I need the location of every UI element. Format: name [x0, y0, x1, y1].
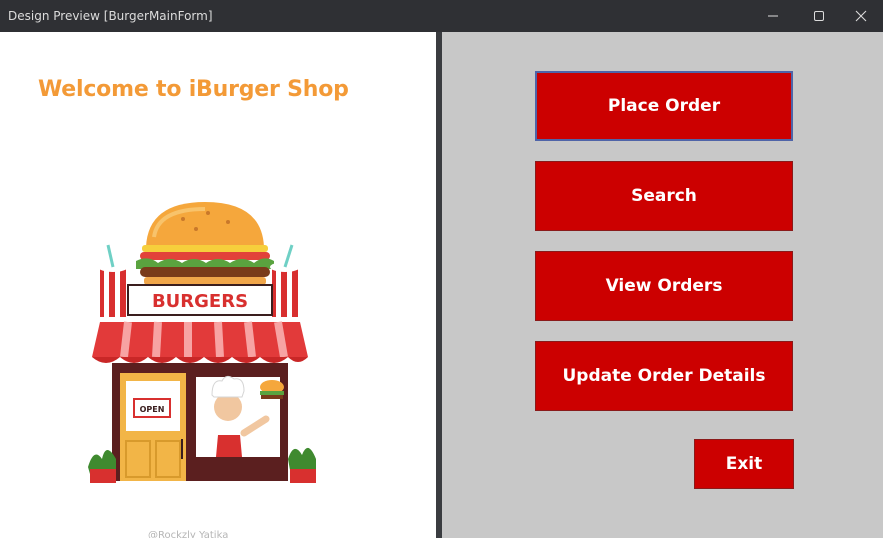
welcome-heading: Welcome to iBurger Shop: [38, 77, 349, 102]
sign-text: BURGERS: [152, 291, 248, 312]
close-icon: [855, 10, 867, 22]
window-title: Design Preview [BurgerMainForm]: [8, 9, 213, 23]
title-bar[interactable]: Design Preview [BurgerMainForm]: [0, 0, 883, 32]
watermark-text: @Rockzly Yatika: [148, 530, 229, 538]
left-panel: Welcome to iBurger Shop BURGERS OPEN @Ro…: [0, 32, 436, 538]
maximize-icon: [814, 11, 824, 21]
minimize-button[interactable]: [750, 0, 796, 32]
app-window: Design Preview [BurgerMainForm] Welcome …: [0, 0, 883, 538]
maximize-button[interactable]: [796, 0, 842, 32]
burger-shop-illustration: BURGERS OPEN: [88, 202, 316, 483]
view-orders-button[interactable]: View Orders: [535, 251, 793, 321]
right-panel: Place Order Search View Orders Update Or…: [442, 32, 883, 538]
update-order-details-button[interactable]: Update Order Details: [535, 341, 793, 411]
place-order-button[interactable]: Place Order: [535, 71, 793, 141]
door-sign-text: OPEN: [140, 405, 165, 414]
search-button[interactable]: Search: [535, 161, 793, 231]
minimize-icon: [768, 15, 778, 17]
close-button[interactable]: [838, 0, 883, 32]
exit-button[interactable]: Exit: [694, 439, 794, 489]
